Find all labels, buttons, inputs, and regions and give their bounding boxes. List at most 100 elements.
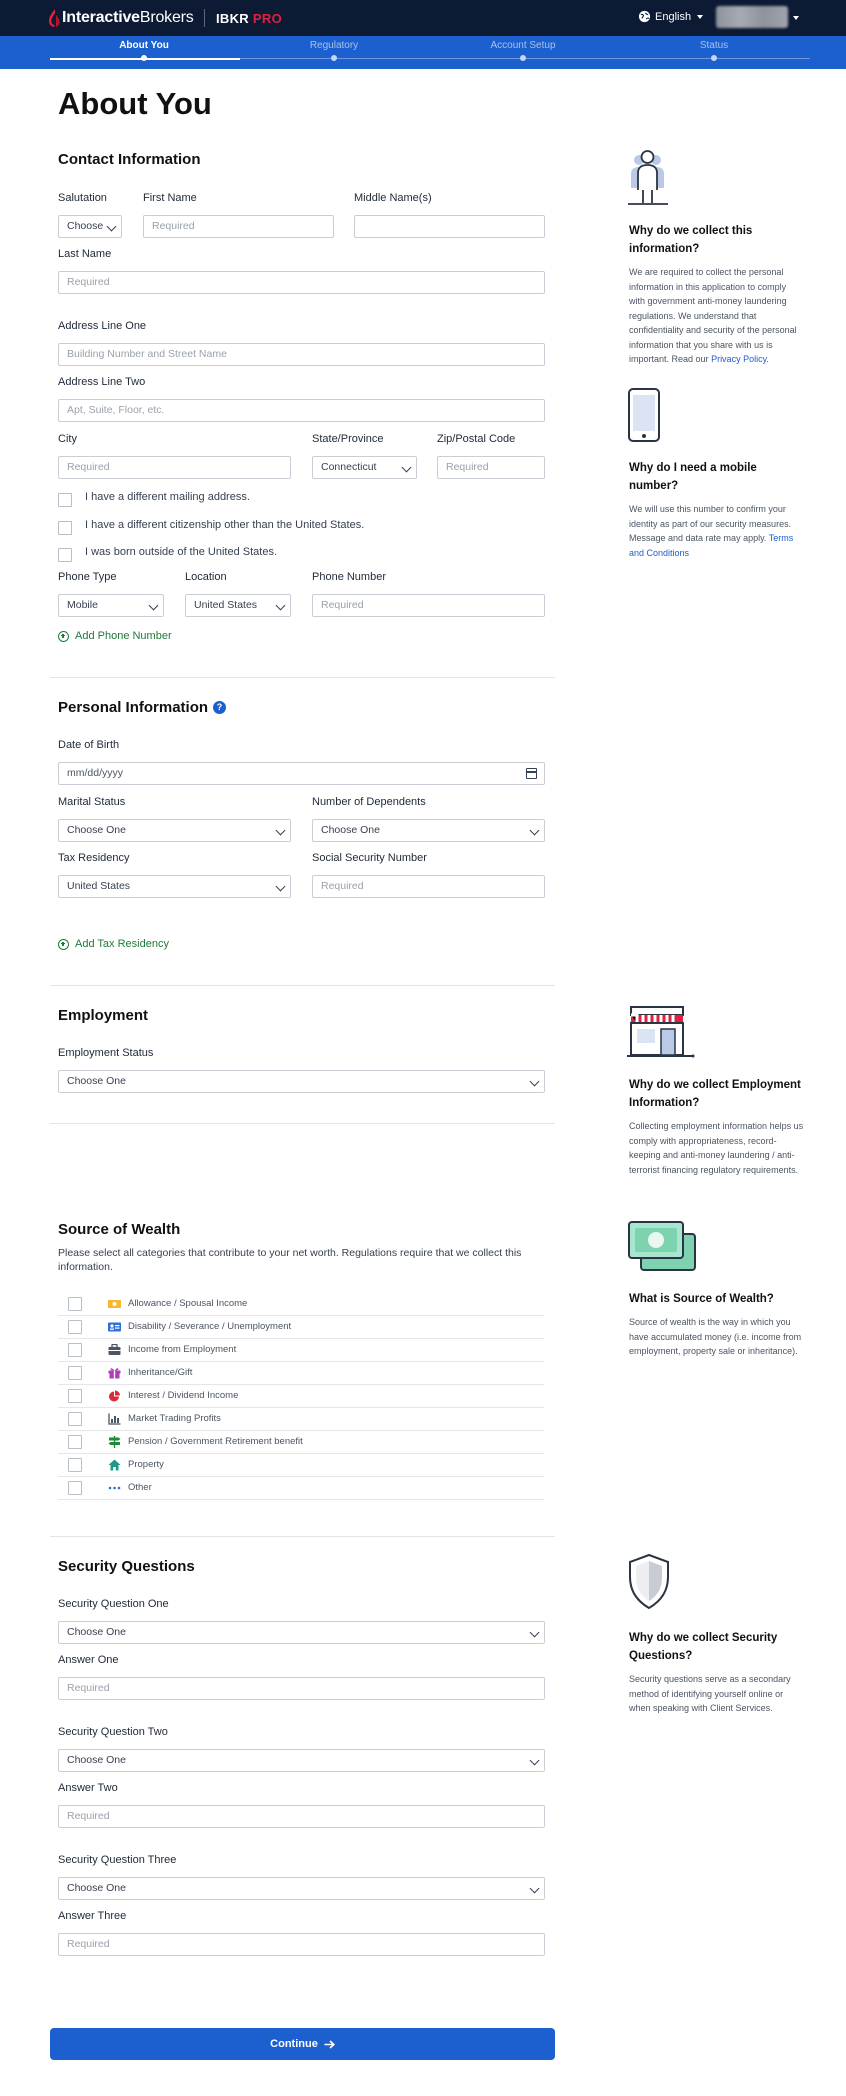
security-question-two-select[interactable]: Choose One (58, 1749, 545, 1772)
dots-icon (108, 1486, 121, 1490)
chevron-down-icon (401, 462, 412, 473)
mobile-title: Why do I need a mobile number? (629, 462, 757, 492)
wealth-checkbox[interactable] (68, 1412, 82, 1426)
answer-three-input[interactable]: Required (58, 1933, 545, 1956)
address-line-one-input[interactable]: Building Number and Street Name (58, 343, 545, 366)
chevron-down-icon[interactable] (793, 16, 799, 20)
wealth-item-label: Inheritance/Gift (128, 1367, 193, 1378)
wealth-checkbox[interactable] (68, 1435, 82, 1449)
security-question-one-label: Security Question One (58, 1598, 169, 1610)
wealth-checkbox[interactable] (68, 1481, 82, 1495)
zip-input[interactable]: Required (437, 456, 545, 479)
plus-circle-icon (58, 938, 69, 950)
address-line-one-label: Address Line One (58, 320, 147, 332)
step-status[interactable]: Status (634, 40, 794, 51)
wealth-item-property[interactable]: Property (58, 1454, 544, 1477)
marital-status-select[interactable]: Choose One (58, 819, 291, 842)
ssn-input[interactable]: Required (312, 875, 545, 898)
chevron-down-icon (275, 600, 286, 611)
address-line-two-input[interactable]: Apt, Suite, Floor, etc. (58, 399, 545, 422)
middle-name-input[interactable] (354, 215, 545, 238)
city-input[interactable]: Required (58, 456, 291, 479)
born-outside-checkbox[interactable] (58, 548, 72, 562)
security-question-one-select[interactable]: Choose One (58, 1621, 545, 1644)
wealth-item-pension[interactable]: Pension / Government Retirement benefit (58, 1431, 544, 1454)
continue-button[interactable]: Continue (50, 2028, 555, 2060)
last-name-input[interactable]: Required (58, 271, 545, 294)
wealth-item-inheritance[interactable]: Inheritance/Gift (58, 1362, 544, 1385)
mobile-text: We will use this number to confirm your … (629, 504, 794, 558)
bar-chart-icon (108, 1413, 121, 1425)
security-question-three-label: Security Question Three (58, 1854, 177, 1866)
house-icon (108, 1459, 121, 1471)
mailing-address-checkbox[interactable] (58, 493, 72, 507)
step-dot-about-you (141, 55, 147, 61)
wealth-checkbox[interactable] (68, 1389, 82, 1403)
ssn-label: Social Security Number (312, 852, 427, 864)
wealth-item-disability[interactable]: Disability / Severance / Unemployment (58, 1316, 544, 1339)
language-label: English (655, 10, 692, 23)
last-name-label: Last Name (58, 248, 112, 260)
top-navigation-bar: InteractiveBrokers IBKR PRO English (0, 0, 846, 36)
step-dot-regulatory (331, 55, 337, 61)
employment-status-label: Employment Status (58, 1047, 154, 1059)
answer-two-input[interactable]: Required (58, 1805, 545, 1828)
wealth-checkbox[interactable] (68, 1320, 82, 1334)
wealth-item-other[interactable]: Other (58, 1477, 544, 1500)
chevron-down-icon (106, 221, 117, 232)
cash-icon (108, 1300, 121, 1308)
answer-three-label: Answer Three (58, 1910, 127, 1922)
step-regulatory[interactable]: Regulatory (254, 40, 414, 51)
step-about-you[interactable]: About You (64, 40, 224, 51)
citizenship-label: I have a different citizenship other tha… (85, 519, 365, 531)
wealth-item-employment[interactable]: Income from Employment (58, 1339, 544, 1362)
employment-info-text: Collecting employment information helps … (629, 1121, 804, 1175)
citizenship-checkbox[interactable] (58, 521, 72, 535)
language-selector[interactable]: English (638, 10, 704, 23)
state-select[interactable]: Connecticut (312, 456, 417, 479)
arrow-right-icon (324, 2039, 335, 2049)
location-select[interactable]: United States (185, 594, 291, 617)
employment-status-select[interactable]: Choose One (58, 1070, 545, 1093)
born-outside-label: I was born outside of the United States. (85, 546, 278, 558)
tax-residency-select[interactable]: United States (58, 875, 291, 898)
wealth-item-interest[interactable]: Interest / Dividend Income (58, 1385, 544, 1408)
salutation-select[interactable]: Choose (58, 215, 122, 238)
chevron-down-icon (697, 14, 704, 19)
shield-icon (629, 1553, 669, 1610)
privacy-policy-link[interactable]: Privacy Policy (711, 354, 766, 364)
security-question-three-select[interactable]: Choose One (58, 1877, 545, 1900)
wealth-checkbox[interactable] (68, 1366, 82, 1380)
step-account-setup[interactable]: Account Setup (443, 40, 603, 51)
salutation-label: Salutation (58, 192, 107, 204)
tax-residency-label: Tax Residency (58, 852, 130, 864)
wealth-checkbox[interactable] (68, 1343, 82, 1357)
section-divider (50, 985, 555, 986)
section-divider (50, 1536, 555, 1537)
dob-label: Date of Birth (58, 739, 120, 751)
wealth-checkbox[interactable] (68, 1297, 82, 1311)
mailing-address-label: I have a different mailing address. (85, 491, 250, 503)
chevron-down-icon (529, 1627, 540, 1638)
brand-logo-text[interactable]: InteractiveBrokers (62, 9, 194, 27)
employment-section-title: Employment (58, 1007, 149, 1024)
user-menu-redacted[interactable] (716, 6, 788, 28)
phone-type-select[interactable]: Mobile (58, 594, 164, 617)
wealth-checkbox[interactable] (68, 1458, 82, 1472)
calendar-icon[interactable] (526, 768, 537, 779)
header-divider (204, 9, 205, 27)
answer-one-input[interactable]: Required (58, 1677, 545, 1700)
add-phone-number-link[interactable]: Add Phone Number (58, 630, 172, 642)
wealth-info-text: Source of wealth is the way in which you… (629, 1317, 802, 1356)
phone-number-input[interactable]: Required (312, 594, 545, 617)
dependents-label: Number of Dependents (312, 796, 426, 808)
wealth-item-label: Disability / Severance / Unemployment (128, 1321, 292, 1332)
help-question-icon[interactable]: ? (213, 701, 226, 714)
plus-circle-icon (58, 630, 69, 642)
add-tax-residency-link[interactable]: Add Tax Residency (58, 938, 169, 950)
first-name-input[interactable]: Required (143, 215, 334, 238)
wealth-item-trading[interactable]: Market Trading Profits (58, 1408, 544, 1431)
wealth-item-allowance[interactable]: Allowance / Spousal Income (58, 1293, 544, 1316)
dependents-select[interactable]: Choose One (312, 819, 545, 842)
dob-input[interactable]: mm/dd/yyyy (58, 762, 545, 785)
